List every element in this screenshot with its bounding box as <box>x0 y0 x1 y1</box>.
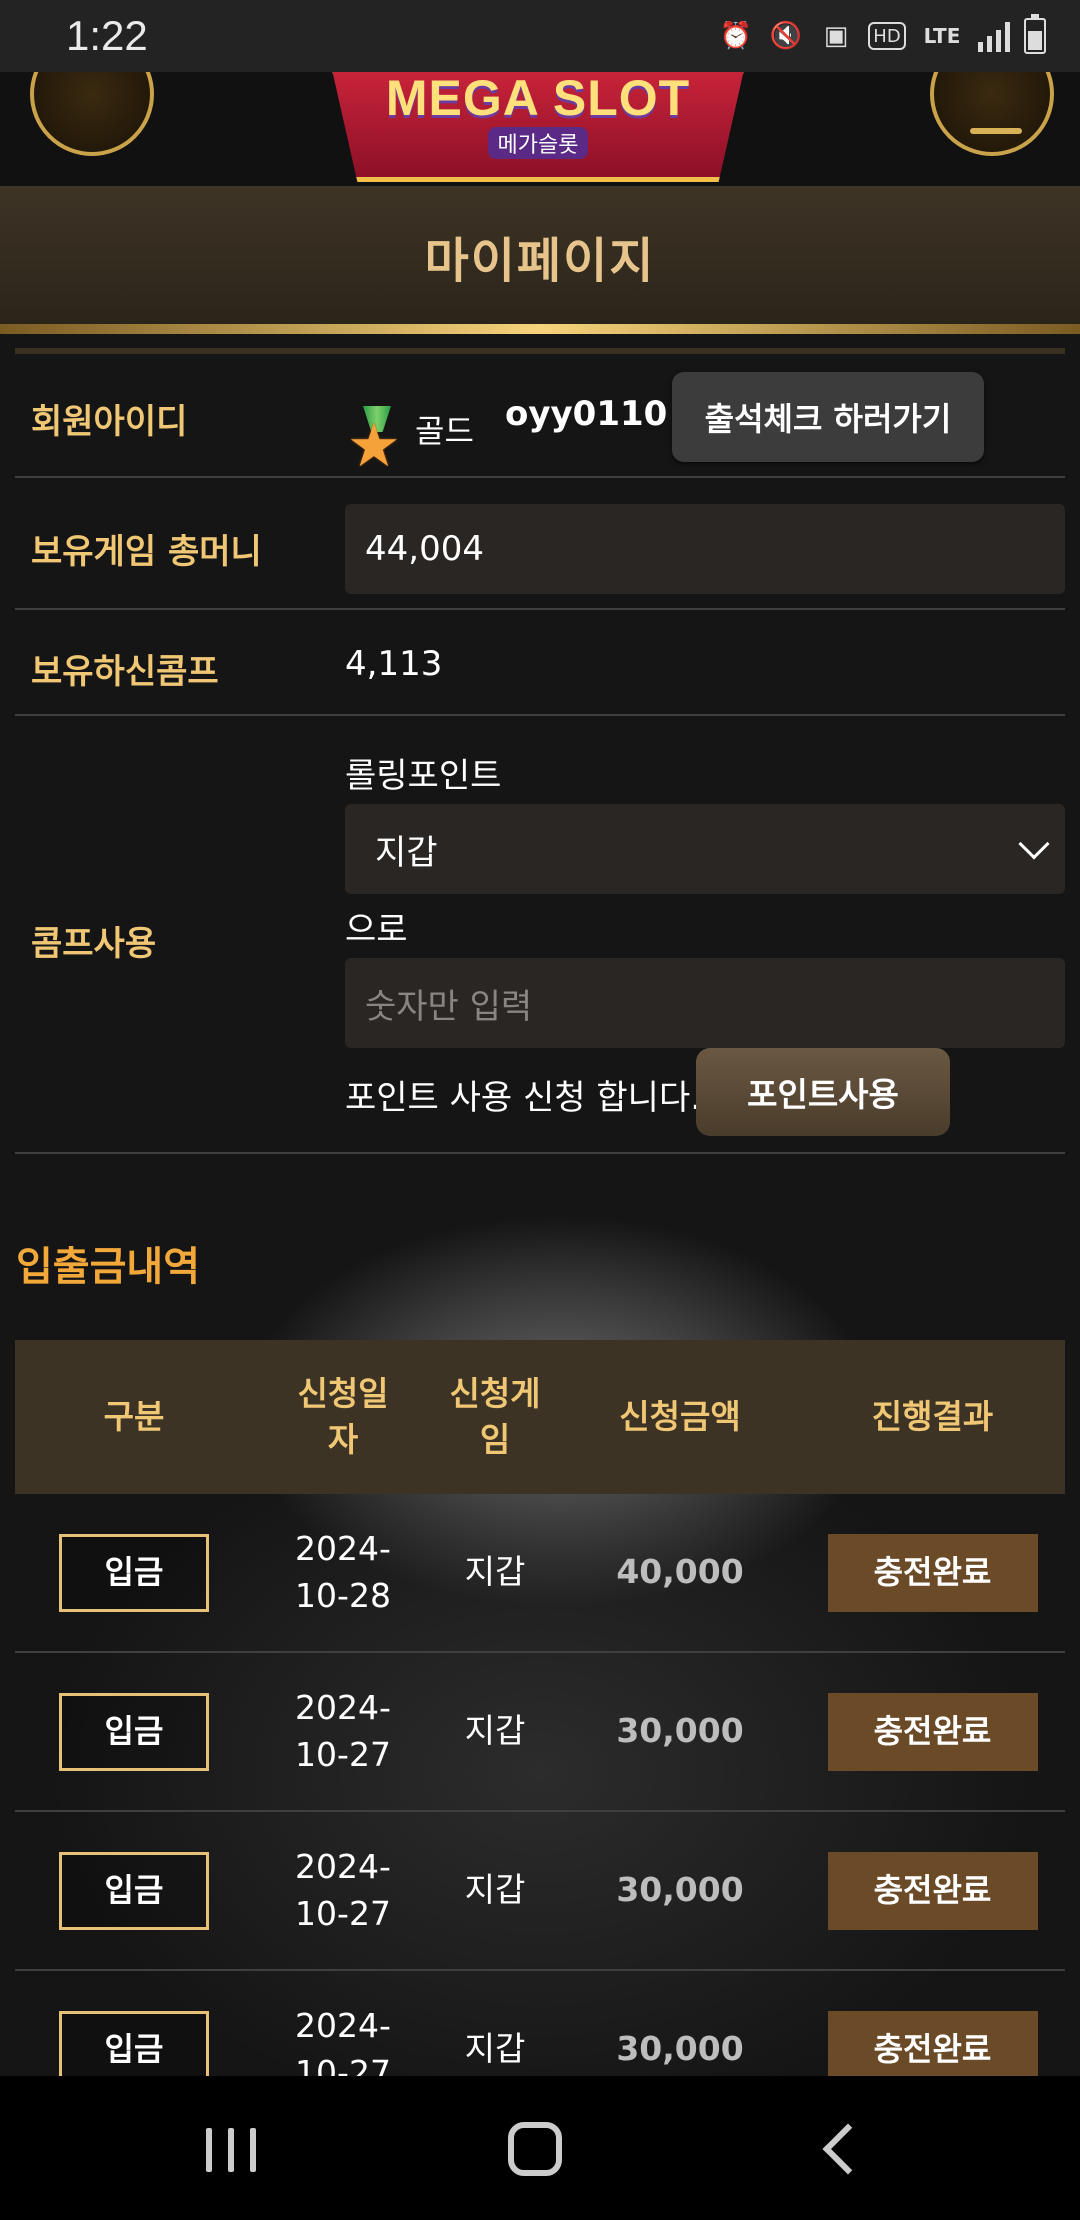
type-badge: 입금 <box>59 1851 209 1930</box>
row-amount: 40,000 <box>616 1552 744 1592</box>
point-request-text: 포인트 사용 신청 합니다. <box>345 1078 702 1118</box>
comp-label: 보유하신콤프 <box>31 652 219 692</box>
hamburger-icon <box>970 128 1022 134</box>
row-amount: 30,000 <box>616 1711 744 1751</box>
game-money-field: 44,004 <box>345 504 1065 594</box>
game-money-label: 보유게임 총머니 <box>31 532 262 572</box>
history-table-header: 구분 신청일자 신청게임 신청금액 진행결과 <box>15 1340 1065 1494</box>
gold-divider <box>0 324 1080 334</box>
page-title-bar: 마이페이지 <box>0 186 1080 326</box>
status-badge: 충전완료 <box>827 1533 1038 1612</box>
type-badge: 입금 <box>59 2010 209 2076</box>
logo-text: MEGA SLOT <box>385 72 691 126</box>
row-game: 지갑 <box>464 2029 526 2069</box>
row-game: 지갑 <box>464 1552 526 1592</box>
hd-icon: HD <box>868 22 906 50</box>
status-icons: ⏰ 🔇 ▣ HD LTE <box>718 14 1046 54</box>
rolling-point-label: 롤링포인트 <box>345 756 502 796</box>
member-id-label: 회원아이디 <box>31 402 188 442</box>
column-header-type: 구분 <box>103 1396 165 1436</box>
menu-left-button[interactable] <box>30 72 154 156</box>
row-amount: 30,000 <box>616 2029 744 2069</box>
column-header-date: 신청일자 <box>297 1373 389 1459</box>
table-row: 입금 2024-10-27 지갑 30,000 충전완료 <box>15 1971 1065 2076</box>
member-grade: 골드 <box>415 412 474 450</box>
recent-apps-button[interactable] <box>206 2128 256 2172</box>
row-date: 2024-10-27 <box>295 2006 391 2076</box>
row-date: 2024-10-27 <box>295 1688 391 1774</box>
alarm-icon: ⏰ <box>719 21 753 51</box>
status-badge: 충전완료 <box>827 1692 1038 1771</box>
comp-value: 4,113 <box>345 644 443 684</box>
comp-use-label: 콤프사용 <box>31 924 157 964</box>
status-time: 1:22 <box>66 12 148 59</box>
logo-subtext: 메가슬롯 <box>487 127 589 159</box>
battery-saver-icon: ▣ <box>823 21 849 51</box>
site-header: MEGA SLOT 메가슬롯 <box>0 72 1080 186</box>
home-button[interactable] <box>508 2122 562 2176</box>
history-title: 입출금내역 <box>16 1244 200 1290</box>
status-badge: 충전완료 <box>827 1851 1038 1930</box>
back-button[interactable] <box>822 2123 874 2175</box>
signal-icon <box>978 20 1010 52</box>
wallet-select-value: 지갑 <box>375 832 438 873</box>
row-date: 2024-10-27 <box>295 1847 391 1933</box>
chevron-down-icon <box>1018 828 1050 860</box>
column-header-game: 신청게임 <box>449 1373 541 1459</box>
member-user-id: oyy0110 <box>505 394 668 434</box>
game-money-row: 보유게임 총머니 44,004 <box>15 478 1065 610</box>
use-point-button[interactable]: 포인트사용 <box>696 1048 950 1136</box>
row-date: 2024-10-28 <box>295 1529 391 1615</box>
mute-icon: 🔇 <box>769 21 803 51</box>
row-amount: 30,000 <box>616 1870 744 1910</box>
to-label: 으로 <box>345 910 408 950</box>
row-game: 지갑 <box>464 1711 526 1751</box>
table-row: 입금 2024-10-27 지갑 30,000 충전완료 <box>15 1812 1065 1971</box>
point-amount-input[interactable]: 숫자만 입력 <box>345 958 1065 1048</box>
type-badge: 입금 <box>59 1692 209 1771</box>
system-nav-bar <box>0 2076 1080 2220</box>
comp-row: 보유하신콤프 4,113 <box>15 610 1065 716</box>
wallet-select[interactable]: 지갑 <box>345 804 1065 894</box>
hamburger-menu-button[interactable] <box>930 72 1054 156</box>
status-badge: 충전완료 <box>827 2010 1038 2076</box>
column-header-amount: 신청금액 <box>619 1396 741 1436</box>
battery-icon <box>1024 14 1046 54</box>
site-logo[interactable]: MEGA SLOT 메가슬롯 <box>328 72 748 182</box>
lte-icon: LTE <box>923 24 961 48</box>
table-row: 입금 2024-10-27 지갑 30,000 충전완료 <box>15 1653 1065 1812</box>
table-row: 입금 2024-10-28 지갑 40,000 충전완료 <box>15 1494 1065 1653</box>
column-header-result: 진행결과 <box>871 1396 994 1436</box>
grade-medal-icon: ★ <box>347 406 407 476</box>
type-badge: 입금 <box>59 1533 209 1612</box>
attendance-check-button[interactable]: 출석체크 하러가기 <box>672 372 984 462</box>
status-bar: 1:22 ⏰ 🔇 ▣ HD LTE <box>0 0 1080 72</box>
history-table-body: 입금 2024-10-28 지갑 40,000 충전완료 입금 2024-10-… <box>0 1494 1080 2076</box>
page-title: 마이페이지 <box>424 233 656 289</box>
row-game: 지갑 <box>464 1870 526 1910</box>
